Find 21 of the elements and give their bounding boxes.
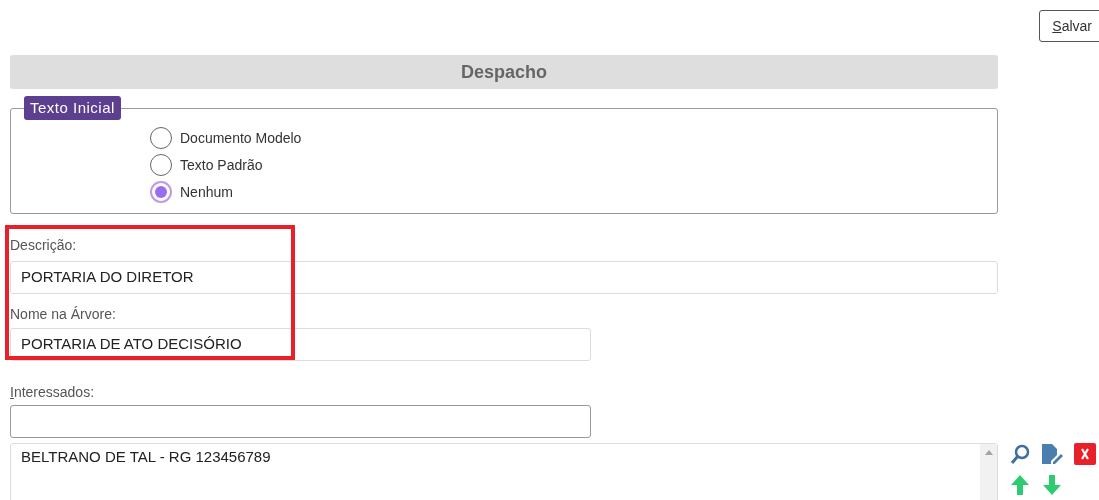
interested-search-field[interactable] <box>10 405 591 438</box>
delete-icon[interactable] <box>1074 443 1096 465</box>
interested-list[interactable]: BELTRANO DE TAL - RG 123456789 <box>10 443 998 500</box>
edit-document-icon[interactable] <box>1041 443 1063 465</box>
scroll-up-icon[interactable] <box>984 450 993 455</box>
radio-option[interactable]: Documento Modelo <box>150 126 302 150</box>
up-arrow-icon[interactable] <box>1011 475 1029 495</box>
radio-option[interactable]: Texto Padrão <box>150 153 263 177</box>
search-icon[interactable] <box>1010 443 1030 465</box>
panel-legend: Texto Inicial <box>24 96 121 120</box>
radio-option[interactable]: Nenhum <box>150 180 233 204</box>
field-label: Nome na Árvore: <box>10 305 117 324</box>
field-label: Interessados: <box>10 383 96 402</box>
down-arrow-icon[interactable] <box>1043 475 1061 495</box>
section-header: Despacho <box>10 55 998 89</box>
tree-name-field[interactable]: PORTARIA DE ATO DECISÓRIO <box>10 328 591 361</box>
description-field[interactable]: PORTARIA DO DIRETOR <box>10 261 998 294</box>
scrollbar[interactable] <box>980 444 997 500</box>
list-item[interactable]: BELTRANO DE TAL - RG 123456789 <box>21 446 970 469</box>
field-label: Descrição: <box>10 236 78 255</box>
save-button[interactable]: Salvar <box>1039 10 1099 42</box>
